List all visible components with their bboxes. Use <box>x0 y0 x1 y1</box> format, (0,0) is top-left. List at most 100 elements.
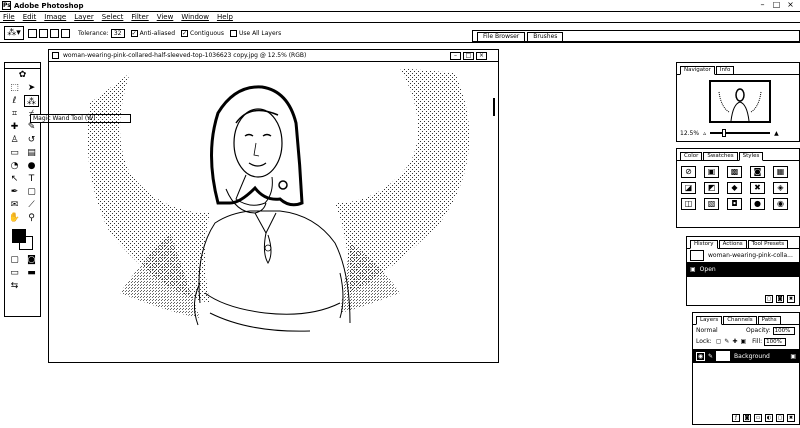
standard-mode-icon[interactable]: ▢ <box>7 254 22 266</box>
type-tool-icon[interactable]: T <box>24 173 39 185</box>
style-swatch[interactable]: ◆ <box>727 182 742 194</box>
tab-info[interactable]: Info <box>715 66 735 74</box>
layer-set-icon[interactable]: ▭ <box>754 414 762 422</box>
crop-tool-icon[interactable]: ⌗ <box>7 108 22 120</box>
history-snapshot[interactable]: woman-wearing-pink-colla... <box>687 249 799 263</box>
adjustment-layer-icon[interactable]: ◐ <box>765 414 773 422</box>
hand-tool-icon[interactable]: ✋ <box>7 212 22 224</box>
style-swatch[interactable]: ● <box>750 198 765 210</box>
menu-view[interactable]: View <box>157 13 174 21</box>
close-button[interactable]: × <box>785 1 796 10</box>
layer-style-icon[interactable]: ƒ <box>732 414 740 422</box>
tab-swatches[interactable]: Swatches <box>703 152 738 160</box>
fill-input[interactable]: 100% <box>764 337 787 346</box>
zoom-value[interactable]: 12.5% <box>680 130 699 137</box>
foreground-color-swatch[interactable] <box>12 229 26 243</box>
lasso-tool-icon[interactable]: ℓ <box>7 95 22 107</box>
style-swatch[interactable]: ✖ <box>750 182 765 194</box>
intersect-selection-icon[interactable] <box>61 28 70 38</box>
tab-actions[interactable]: Actions <box>718 240 747 248</box>
lock-all-icon[interactable]: ▣ <box>740 338 746 345</box>
zoom-slider-knob[interactable] <box>722 129 727 137</box>
menu-help[interactable]: Help <box>217 13 233 21</box>
layer-mask-icon[interactable]: ◙ <box>743 414 751 422</box>
new-selection-icon[interactable] <box>28 28 37 38</box>
doc-close-button[interactable]: × <box>476 52 487 60</box>
full-screen-mode-icon[interactable]: ▬ <box>24 267 39 279</box>
navigator-preview[interactable] <box>709 80 771 123</box>
menu-layer[interactable]: Layer <box>74 13 94 21</box>
style-swatch[interactable]: ◪ <box>681 182 696 194</box>
clone-stamp-icon[interactable]: ♙ <box>7 134 22 146</box>
image-canvas[interactable] <box>50 63 495 361</box>
minimize-button[interactable]: – <box>757 1 768 10</box>
marquee-tool-icon[interactable]: ⬚ <box>7 82 22 94</box>
blur-tool-icon[interactable]: ◔ <box>7 160 22 172</box>
new-document-from-state-icon[interactable]: ▢ <box>765 295 773 303</box>
document-title-bar[interactable]: woman-wearing-pink-collared-half-sleeved… <box>49 50 498 62</box>
zoom-tool-icon[interactable]: ⚲ <box>24 212 39 224</box>
history-brush-icon[interactable]: ↺ <box>24 134 39 146</box>
zoom-slider[interactable] <box>710 129 771 137</box>
tab-channels[interactable]: Channels <box>723 316 757 324</box>
style-swatch[interactable]: ▧ <box>704 198 719 210</box>
style-swatch[interactable]: ◘ <box>727 198 742 210</box>
vertical-scroll-thumb[interactable] <box>493 98 495 116</box>
use-all-layers-checkbox[interactable]: Use All Layers <box>229 29 281 37</box>
eyedropper-tool-icon[interactable]: ⟋ <box>24 199 39 211</box>
lock-move-icon[interactable]: ✚ <box>732 338 737 345</box>
add-to-selection-icon[interactable] <box>39 28 48 38</box>
style-swatch[interactable]: ▣ <box>704 166 719 178</box>
tab-paths[interactable]: Paths <box>757 316 781 324</box>
eye-icon[interactable]: ◉ <box>696 351 705 361</box>
quick-mask-mode-icon[interactable]: ◙ <box>24 254 39 266</box>
menu-edit[interactable]: Edit <box>23 13 37 21</box>
doc-minimize-button[interactable]: – <box>450 52 461 60</box>
shape-tool-icon[interactable]: ▢ <box>24 186 39 198</box>
move-tool-icon[interactable]: ➤ <box>24 82 39 94</box>
trash-icon[interactable]: ✖ <box>787 295 795 303</box>
style-swatch[interactable]: ◫ <box>681 198 696 210</box>
path-selection-icon[interactable]: ↖ <box>7 173 22 185</box>
tab-navigator[interactable]: Navigator <box>680 66 715 75</box>
file-browser-tab[interactable]: File Browser <box>477 32 526 41</box>
style-swatch[interactable]: ◉ <box>773 198 788 210</box>
layer-row[interactable]: ◉ ✎ Background ▣ <box>693 349 799 363</box>
new-snapshot-icon[interactable]: ◙ <box>776 295 784 303</box>
style-swatch[interactable]: ◈ <box>773 182 788 194</box>
magic-wand-tool-icon[interactable]: ⁂ <box>24 95 39 107</box>
healing-brush-icon[interactable]: ✚ <box>7 121 22 133</box>
adobe-online-icon[interactable]: ✿ <box>5 69 40 81</box>
tab-layers[interactable]: Layers <box>696 316 723 325</box>
tab-tool-presets[interactable]: Tool Presets <box>747 240 789 248</box>
tool-preset-picker[interactable]: ⁂▾ <box>4 26 24 40</box>
doc-maximize-button[interactable]: □ <box>463 52 474 60</box>
opacity-input[interactable]: 100% <box>772 326 795 335</box>
zoom-in-icon[interactable]: ▲ <box>774 130 779 137</box>
eraser-tool-icon[interactable]: ▭ <box>7 147 22 159</box>
dodge-tool-icon[interactable]: ● <box>24 160 39 172</box>
anti-aliased-checkbox[interactable]: ✓ Anti-aliased <box>130 29 175 37</box>
subtract-from-selection-icon[interactable] <box>50 28 59 38</box>
zoom-out-icon[interactable]: ▵ <box>703 130 706 137</box>
style-swatch[interactable]: ▩ <box>727 166 742 178</box>
menu-file[interactable]: File <box>3 13 15 21</box>
standard-screen-mode-icon[interactable]: ▭ <box>7 267 22 279</box>
tolerance-input[interactable]: 32 <box>110 28 125 38</box>
pen-tool-icon[interactable]: ✒ <box>7 186 22 198</box>
menu-filter[interactable]: Filter <box>131 13 148 21</box>
style-swatch[interactable]: ▦ <box>773 166 788 178</box>
maximize-button[interactable]: □ <box>771 1 782 10</box>
contiguous-checkbox[interactable]: ✓ Contiguous <box>181 29 224 37</box>
notes-tool-icon[interactable]: ✉ <box>7 199 22 211</box>
tab-color[interactable]: Color <box>680 152 703 160</box>
menu-window[interactable]: Window <box>181 13 209 21</box>
style-swatch[interactable]: ◩ <box>704 182 719 194</box>
tab-history[interactable]: History <box>690 240 718 249</box>
brushes-tab[interactable]: Brushes <box>527 32 564 41</box>
menu-image[interactable]: Image <box>44 13 66 21</box>
blend-mode-select[interactable]: Normal <box>696 327 746 334</box>
history-state[interactable]: ▣ Open <box>687 263 799 277</box>
tab-styles[interactable]: Styles <box>738 152 764 161</box>
trash-icon[interactable]: ✖ <box>787 414 795 422</box>
